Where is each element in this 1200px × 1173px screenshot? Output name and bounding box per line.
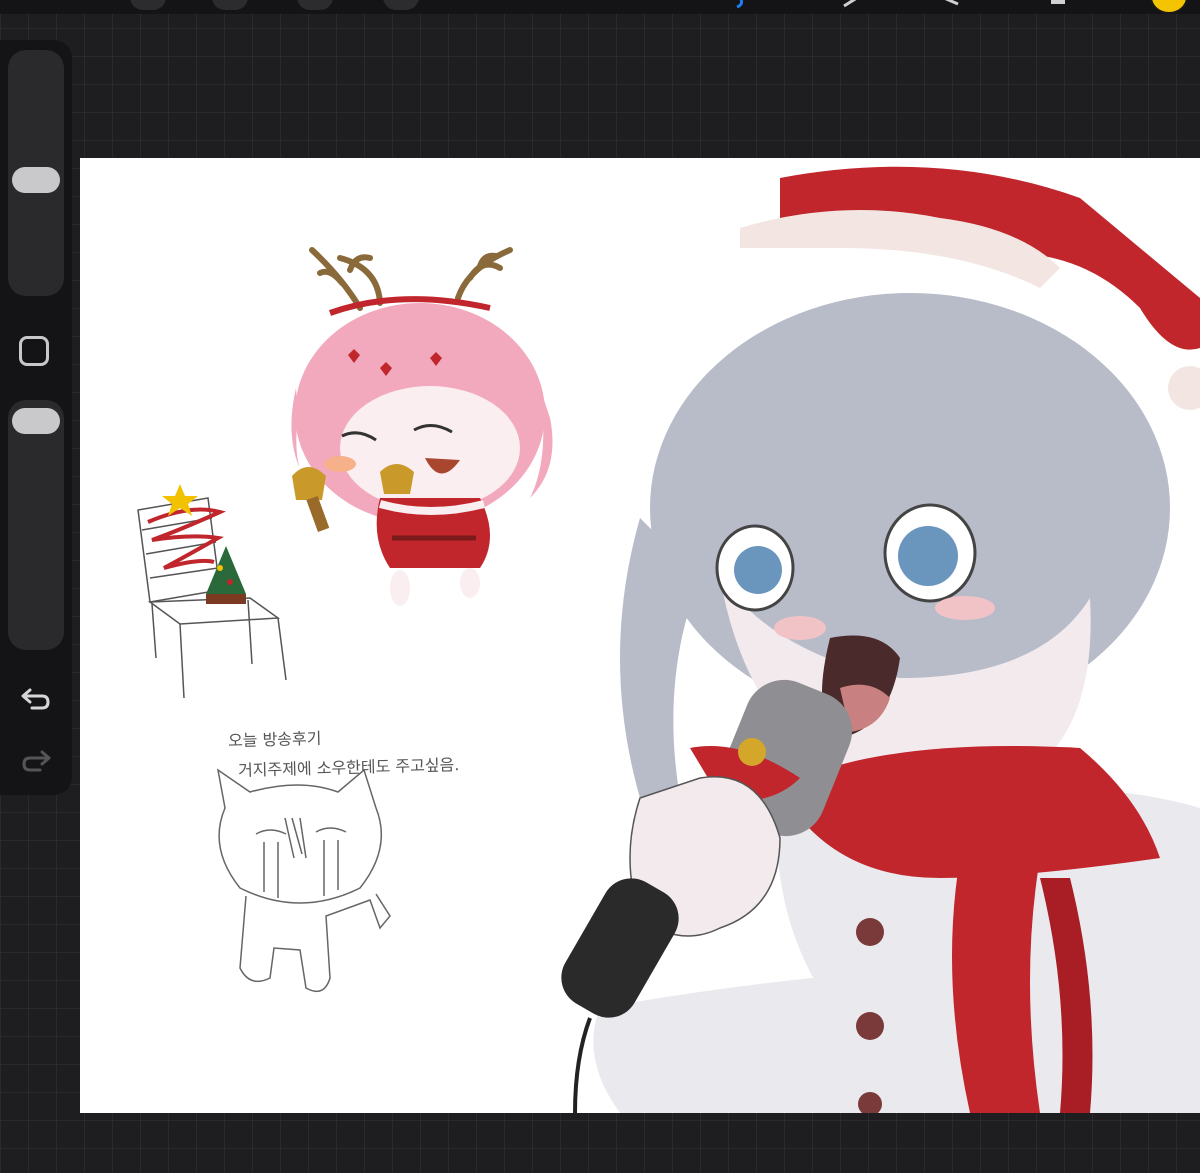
top-toolbar: [0, 0, 1200, 14]
artwork: [137, 166, 1200, 1113]
gallery-button[interactable]: [130, 0, 166, 10]
brush-size-thumb[interactable]: [12, 167, 60, 193]
selection-button[interactable]: [383, 0, 419, 10]
singing-character-illustration: [561, 166, 1200, 1113]
brush-icon[interactable]: [735, 0, 761, 8]
note-line-1: 오늘 방송후기: [227, 728, 322, 751]
adjustments-button[interactable]: [297, 0, 333, 10]
eraser-icon[interactable]: [940, 0, 966, 8]
undo-icon[interactable]: [20, 684, 52, 712]
layers-icon[interactable]: [1045, 0, 1071, 8]
crying-cat-sketch: [216, 768, 391, 993]
brush-size-slider[interactable]: [8, 50, 64, 296]
modify-square-icon[interactable]: [19, 336, 49, 366]
chibi-reindeer-character: [291, 247, 553, 606]
opacity-thumb[interactable]: [12, 408, 60, 434]
smudge-icon[interactable]: [840, 0, 866, 8]
color-picker-button[interactable]: [1150, 0, 1188, 14]
chair-with-tree-sketch: [137, 484, 287, 699]
drawing-canvas[interactable]: 오늘 방송후기 거지주제에 소우한테도 주고싶음.: [80, 158, 1200, 1113]
opacity-slider[interactable]: [8, 400, 64, 650]
redo-icon[interactable]: [20, 746, 52, 774]
left-sidebar: [0, 40, 72, 795]
actions-button[interactable]: [212, 0, 248, 10]
